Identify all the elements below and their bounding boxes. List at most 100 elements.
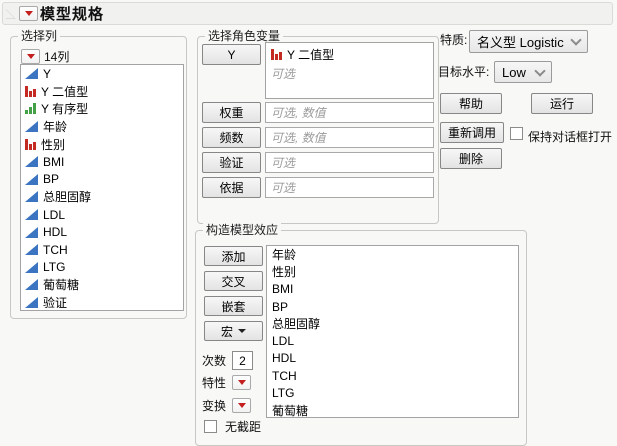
effects-list[interactable]: 年龄 性别 BMI BP 总胆固醇 LDL HDL TCH LTG 葡萄糖 [266,245,519,418]
column-list-item[interactable]: 总胆固醇 [21,188,183,206]
macros-button[interactable]: 宏 [204,321,263,341]
column-list-item[interactable]: 性别 [21,135,183,153]
no-intercept-checkbox[interactable] [204,420,217,433]
column-list-item[interactable]: Y 有序型 [21,100,183,118]
degree-input[interactable]: 2 [232,351,254,370]
column-name: Y 有序型 [41,102,89,117]
column-name: 总胆固醇 [43,190,92,205]
recall-button[interactable]: 重新调用 [440,122,504,143]
model-specification-dialog: 模型规格 选择列 14列 YY 二值型 Y 有序型 年龄 性别 BMI BP 总胆固醇 LDL… [0,0,617,446]
column-list-item[interactable]: HDL [21,223,183,241]
keep-dialog-open-checkbox[interactable] [510,127,523,140]
validation-role-button[interactable]: 验证 [202,152,261,173]
continuous-column-icon [25,244,38,256]
by-role-button[interactable]: 依据 [202,177,261,198]
column-name: HDL [43,225,68,240]
nominal-column-icon [25,85,36,97]
column-list-item[interactable]: Y [21,65,183,83]
transform-red-triangle-button[interactable] [232,398,252,413]
help-button[interactable]: 帮助 [440,93,502,114]
disclosure-triangle-icon[interactable] [6,8,16,19]
y-assigned-label: Y 二值型 [287,48,335,62]
column-list-item[interactable]: LDL [21,206,183,224]
continuous-column-icon [25,261,38,273]
column-list-item[interactable]: BP [21,171,183,189]
keep-dialog-open-label: 保持对话框打开 [528,130,613,144]
effect-list-item[interactable]: 性别 [267,263,518,280]
column-list-item[interactable]: BMI [21,153,183,171]
columns-list[interactable]: Y Y 二值型 Y 有序型年龄性别 BMI BP 总胆固醇 LDL HDL TCH LTG 葡萄糖验… [20,64,184,311]
by-drop-zone[interactable]: 可选 [265,177,434,198]
column-name: 验证 [43,296,68,311]
outline-header: 模型规格 [2,2,613,25]
y-role-button[interactable]: Y [202,44,261,65]
weight-role-row: 权重 可选, 数值 [198,102,438,123]
effects-label: 构造模型效应 [203,223,282,237]
effect-list-item[interactable]: LDL [267,332,518,349]
column-name: TCH [43,242,68,257]
continuous-column-icon [25,209,38,221]
y-drop-zone[interactable]: Y 二值型 可选 [265,42,434,99]
column-name: Y 二值型 [41,84,89,99]
weight-drop-zone[interactable]: 可选, 数值 [265,102,434,123]
red-triangle-menu-button[interactable] [19,6,38,21]
no-intercept-row: 无截距 [204,418,261,435]
red-triangle-icon [24,11,33,16]
by-role-row: 依据 可选 [198,177,438,198]
macros-button-label: 宏 [220,324,233,339]
target-level-value: Low [502,64,526,80]
degree-row: 次数 2 [202,351,254,370]
ordinal-column-icon [25,103,36,115]
nominal-column-icon [25,138,36,150]
target-level-label: 目标水平: [438,65,490,79]
column-list-item[interactable]: 葡萄糖 [21,276,183,294]
select-columns-group: 选择列 14列 Y Y 二值型 Y 有序型 年龄 性别 BMI BP 总胆固醇 LDL HDL TC… [10,29,187,319]
effect-list-item[interactable]: 年龄 [267,246,518,263]
column-list-item[interactable]: Y 二值型 [21,83,183,101]
continuous-column-icon [25,121,38,133]
column-list-item[interactable]: 年龄 [21,118,183,136]
no-intercept-label: 无截距 [225,420,262,434]
columns-red-triangle-button[interactable] [21,49,40,64]
add-button[interactable]: 添加 [204,246,263,266]
column-name: Y [43,66,52,81]
y-assigned-item[interactable]: Y 二值型 [266,43,433,63]
cross-button[interactable]: 交叉 [204,271,263,291]
effect-list-item[interactable]: HDL [267,350,518,367]
effect-list-item[interactable]: BP [267,298,518,315]
roles-group: 选择角色变量 Y Y 二值型 可选 权重 可选, 数值 频数 可选, 数值 验证 可选 依据… [197,29,439,224]
column-list-item[interactable]: LTG [21,259,183,277]
chevron-down-icon [534,64,546,77]
column-list-item[interactable]: TCH [21,241,183,259]
continuous-column-icon [25,297,38,309]
effect-list-item[interactable]: 葡萄糖 [267,402,518,417]
personality-label: 特质: [440,33,468,47]
page-title: 模型规格 [40,6,105,23]
effect-list-item[interactable]: 总胆固醇 [267,315,518,332]
weight-role-button[interactable]: 权重 [202,102,261,123]
remove-button[interactable]: 删除 [440,148,502,169]
effect-list-item[interactable]: TCH [267,367,518,384]
nest-button[interactable]: 嵌套 [204,296,263,316]
run-button[interactable]: 运行 [531,93,593,114]
column-name: 年龄 [43,120,68,135]
continuous-column-icon [25,156,38,168]
effect-list-item[interactable]: LTG [267,384,518,401]
effect-list-item[interactable]: BMI [267,281,518,298]
personality-dropdown[interactable]: 名义型 Logistic [469,30,588,53]
column-name: 性别 [41,137,66,152]
personality-value: 名义型 Logistic [477,35,564,50]
freq-role-button[interactable]: 频数 [202,127,261,148]
transform-label: 变换 [202,399,227,413]
chevron-down-icon [570,34,582,46]
y-placeholder: 可选 [271,67,296,81]
column-name: LDL [43,207,66,222]
column-list-item[interactable]: 验证 [21,294,183,311]
attributes-red-triangle-button[interactable] [232,375,252,390]
continuous-column-icon [25,226,38,238]
placeholder-text: 可选, 数值 [271,106,326,120]
validation-drop-zone[interactable]: 可选 [265,152,434,173]
red-triangle-icon [26,54,35,59]
target-level-dropdown[interactable]: Low [494,61,552,83]
freq-drop-zone[interactable]: 可选, 数值 [265,127,434,148]
